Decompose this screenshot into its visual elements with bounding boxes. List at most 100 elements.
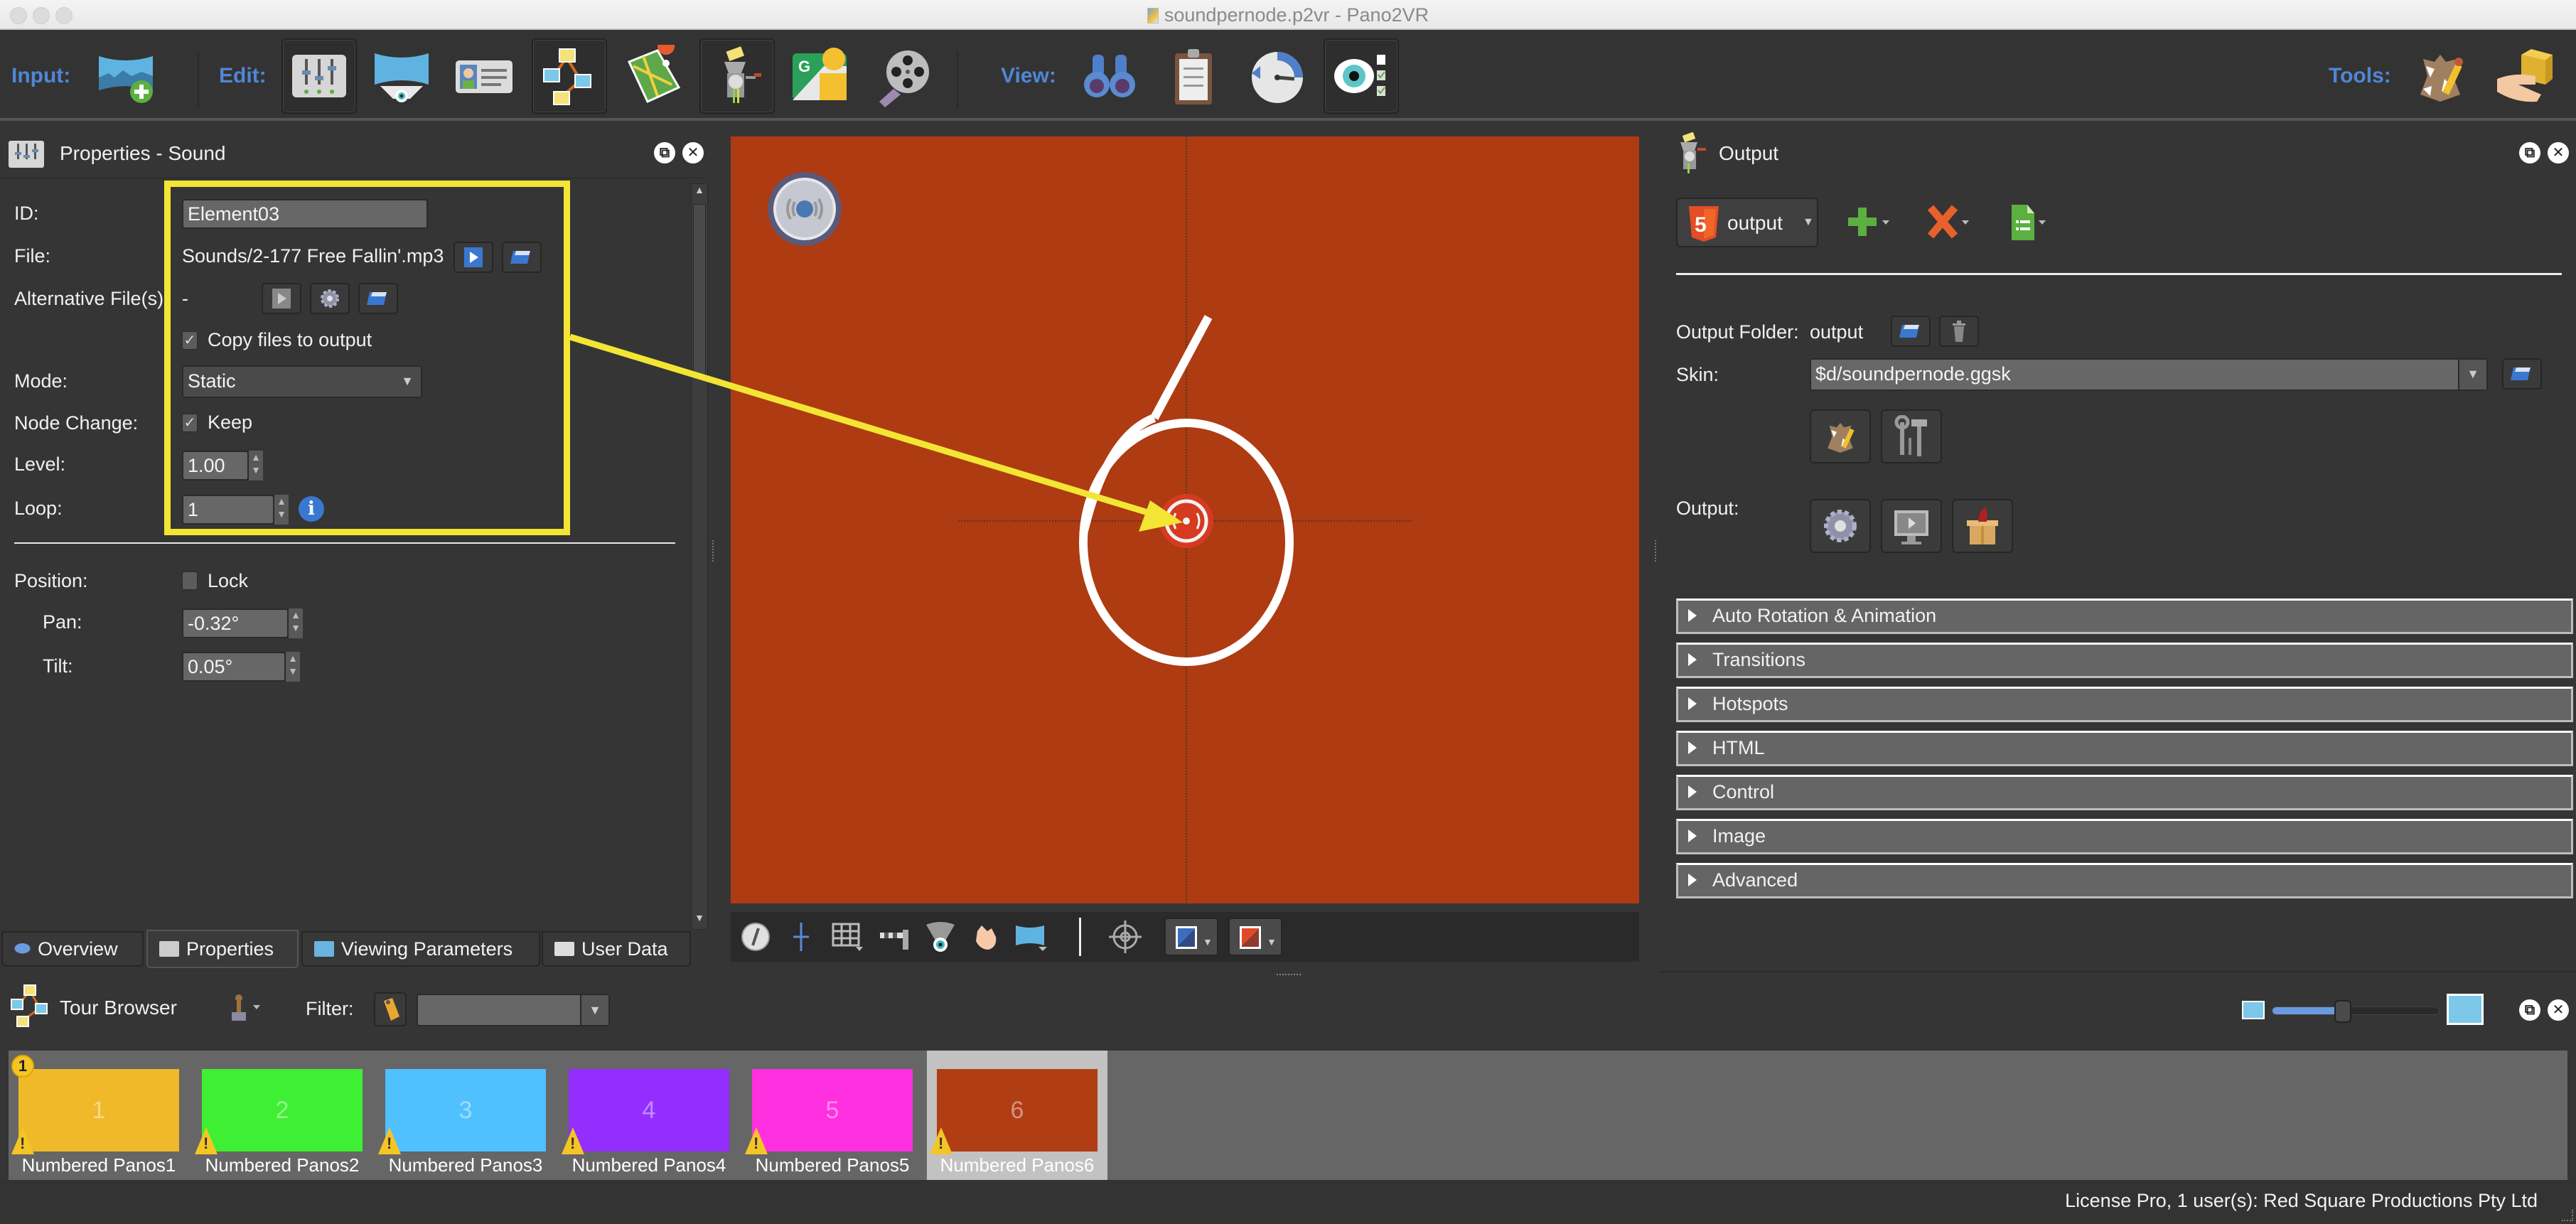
delete-output-button[interactable] <box>1926 203 1976 243</box>
alternative-settings-button[interactable] <box>310 283 350 314</box>
crosshair-guide-button[interactable] <box>783 919 819 955</box>
section-image[interactable]: Image <box>1676 819 2573 854</box>
output-format-dropdown[interactable]: 5 output ▼ <box>1676 198 1818 247</box>
pan-stepper[interactable]: ▲ ▼ <box>287 608 303 638</box>
float-panel-button[interactable]: ⧉ <box>2519 999 2540 1021</box>
bottom-splitter-handle[interactable] <box>1277 974 1301 977</box>
google-street-view-button[interactable]: G <box>782 38 857 114</box>
close-panel-button[interactable]: ✕ <box>682 142 704 163</box>
package-button[interactable] <box>2488 38 2563 114</box>
package-output-button[interactable] <box>1952 499 2013 553</box>
skin-settings-button[interactable] <box>1881 409 1942 463</box>
polygon-color-dropdown[interactable]: ▼ <box>1228 918 1282 956</box>
level-stepper[interactable]: ▲ ▼ <box>247 451 263 481</box>
lock-checkbox[interactable] <box>182 571 198 590</box>
tour-node-2[interactable]: 2 ! Numbered Panos2 <box>192 1051 372 1180</box>
section-hotspots[interactable]: Hotspots <box>1676 687 2573 722</box>
loop-input[interactable] <box>182 495 274 525</box>
open-alternative-button[interactable] <box>358 283 398 314</box>
user-data-button[interactable] <box>446 38 522 114</box>
output-document-button[interactable] <box>2007 203 2057 243</box>
mode-select[interactable]: Static ▼ <box>182 365 422 398</box>
tab-user-data[interactable]: User Data <box>542 931 691 967</box>
tab-overview[interactable]: ⬬ Overview <box>1 931 144 967</box>
loop-spinbox[interactable]: ▲▼ <box>182 495 290 525</box>
play-alternative-button[interactable] <box>262 283 301 314</box>
field-of-view-button[interactable] <box>923 919 958 955</box>
section-control[interactable]: Control <box>1676 775 2573 810</box>
tab-viewing-parameters[interactable]: Viewing Parameters <box>301 931 540 967</box>
projection-button[interactable] <box>1014 919 1049 955</box>
tour-node-3[interactable]: 3 ! Numbered Panos3 <box>375 1051 556 1180</box>
tilt-stepper[interactable]: ▲ ▼ <box>284 652 300 682</box>
output-settings-button[interactable] <box>1810 499 1871 553</box>
overview-button[interactable] <box>1072 38 1147 114</box>
id-input[interactable] <box>182 199 428 229</box>
output-divider <box>1676 273 2562 275</box>
keep-checkbox[interactable]: ✓ <box>182 414 198 432</box>
compass-button[interactable] <box>738 919 773 955</box>
choose-output-folder-button[interactable] <box>1891 316 1931 347</box>
copy-files-checkbox[interactable]: ✓ <box>182 331 198 350</box>
slider-thumb[interactable] <box>2334 1000 2352 1023</box>
scroll-down-arrow[interactable]: ▼ <box>692 912 707 929</box>
info-icon[interactable]: i <box>299 496 324 522</box>
eye-checklist-button[interactable] <box>1324 38 1399 114</box>
properties-button[interactable] <box>281 38 357 114</box>
filter-select[interactable]: ▼ <box>417 994 610 1026</box>
section-auto-rotation[interactable]: Auto Rotation & Animation <box>1676 598 2573 634</box>
close-panel-button[interactable]: ✕ <box>2548 142 2569 163</box>
left-splitter-handle[interactable] <box>712 540 717 562</box>
add-output-button[interactable] <box>1847 203 1896 243</box>
level-input[interactable] <box>182 451 249 481</box>
tour-browser-button[interactable] <box>532 38 607 114</box>
preview-output-button[interactable] <box>1881 499 1942 553</box>
resize-grip[interactable] <box>2562 1210 2573 1221</box>
open-file-button[interactable] <box>502 242 542 273</box>
animation-button[interactable] <box>866 38 941 114</box>
filter-tag-button[interactable] <box>374 992 407 1026</box>
barrier-button[interactable] <box>877 919 913 955</box>
skin-editor-button[interactable] <box>2403 38 2478 114</box>
float-panel-button[interactable]: ⧉ <box>2519 142 2540 163</box>
scroll-up-arrow[interactable]: ▲ <box>692 184 707 201</box>
play-file-button[interactable] <box>454 242 493 273</box>
tilt-input[interactable] <box>182 652 286 682</box>
pan-input[interactable] <box>182 608 289 638</box>
clear-output-folder-button[interactable] <box>1939 316 1979 347</box>
clipboard-button[interactable] <box>1156 38 1231 114</box>
add-panorama-button[interactable] <box>88 38 163 114</box>
tab-properties[interactable]: Properties <box>146 930 299 968</box>
output-button[interactable] <box>699 38 775 114</box>
skin-select[interactable]: $d/soundpernode.ggsk ▼ <box>1810 358 2488 391</box>
level-spinbox[interactable]: ▲▼ <box>182 451 264 481</box>
thumbnail-size-slider[interactable] <box>2272 1000 2440 1023</box>
map-button[interactable] <box>616 38 691 114</box>
tour-node-6[interactable]: 6 ! Numbered Panos6 <box>927 1051 1107 1180</box>
right-splitter-handle[interactable] <box>1655 540 1659 562</box>
tour-node-4[interactable]: 4 ! Numbered Panos4 <box>559 1051 739 1180</box>
close-panel-button[interactable]: ✕ <box>2548 999 2569 1021</box>
section-html[interactable]: HTML <box>1676 731 2573 766</box>
scroll-thumb[interactable] <box>693 204 706 375</box>
float-panel-button[interactable]: ⧉ <box>654 142 675 163</box>
center-target-button[interactable] <box>1107 919 1143 955</box>
section-advanced[interactable]: Advanced <box>1676 863 2573 898</box>
panorama-viewer[interactable] <box>731 136 1639 903</box>
section-transitions[interactable]: Transitions <box>1676 643 2573 678</box>
edit-skin-button[interactable] <box>1810 409 1871 463</box>
properties-scrollbar[interactable]: ▲ ▼ <box>691 183 708 930</box>
pan-spinbox[interactable]: ▲▼ <box>182 608 304 638</box>
tour-node-1[interactable]: 1 ! Numbered Panos1 1 <box>9 1051 189 1180</box>
choose-skin-button[interactable] <box>2502 358 2542 390</box>
tour-node-5[interactable]: 5 ! Numbered Panos5 <box>742 1051 923 1180</box>
hotspot-color-dropdown[interactable]: ▼ <box>1164 918 1218 956</box>
loop-stepper[interactable]: ▲ ▼ <box>273 495 289 525</box>
viewing-parameters-button[interactable] <box>364 38 439 114</box>
stamp-tool-button[interactable] <box>229 994 266 1025</box>
pan-hand-button[interactable] <box>968 919 1004 955</box>
tilt-spinbox[interactable]: ▲▼ <box>182 652 301 682</box>
tour-browser-icon <box>543 48 591 105</box>
tour-timer-button[interactable] <box>1238 38 1314 114</box>
grid-button[interactable] <box>830 919 866 955</box>
